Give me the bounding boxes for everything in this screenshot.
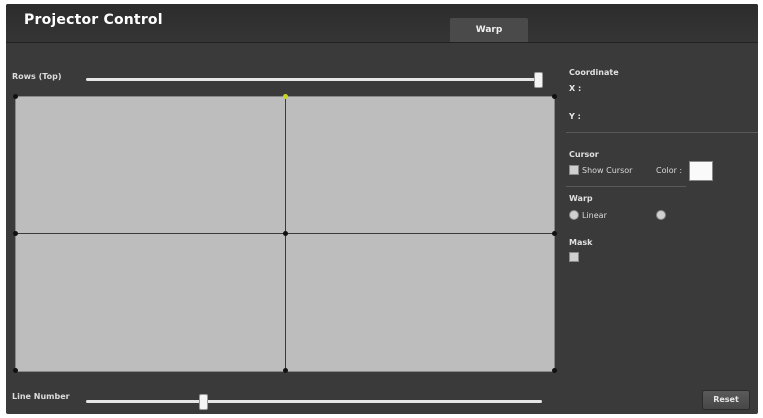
warp-handle-ml[interactable] (13, 231, 18, 236)
app-title: Projector Control (24, 12, 163, 28)
rows-slider-thumb[interactable] (534, 72, 543, 88)
divider (566, 186, 686, 187)
x-key: X : (569, 84, 582, 93)
reset-button[interactable]: Reset (702, 390, 750, 410)
cursor-color-label: Color : (656, 166, 683, 175)
line-slider-thumb[interactable] (199, 394, 208, 410)
linear-radio[interactable] (569, 210, 579, 220)
line-slider-track[interactable] (86, 400, 542, 403)
warp-handle-bl[interactable] (13, 368, 18, 373)
tab-warp[interactable]: Warp (450, 18, 528, 42)
warp-handle-tc-selected[interactable] (283, 94, 288, 99)
mask-title: Mask (569, 238, 593, 247)
divider (566, 132, 758, 133)
line-number-label: Line Number (12, 392, 70, 401)
projector-control-window: Projector Control Warp Rows (Top) Line N… (6, 4, 758, 414)
cursor-color-swatch[interactable] (689, 161, 713, 181)
tab-1[interactable] (382, 18, 446, 42)
warp-handle-mr[interactable] (552, 231, 557, 236)
warp-canvas[interactable] (13, 94, 557, 373)
tab-3[interactable] (532, 18, 606, 42)
title-bar: Projector Control Warp (6, 4, 758, 43)
y-key: Y : (569, 112, 581, 121)
cursor-title: Cursor (569, 150, 599, 159)
linear-label: Linear (582, 211, 607, 220)
show-cursor-checkbox[interactable] (569, 165, 579, 175)
show-cursor-label: Show Cursor (582, 166, 633, 175)
rows-slider-track[interactable] (86, 78, 542, 81)
warp-handle-bc[interactable] (283, 368, 288, 373)
warp-handle-tl[interactable] (13, 94, 18, 99)
tab-4[interactable] (610, 18, 684, 42)
warp-mode-title: Warp (569, 194, 593, 203)
mask-checkbox[interactable] (569, 252, 579, 262)
warp-handle-tr[interactable] (552, 94, 557, 99)
warp-handle-mc[interactable] (283, 231, 288, 236)
rows-label: Rows (Top) (12, 72, 62, 81)
bezier-radio[interactable] (656, 210, 666, 220)
coordinate-title: Coordinate (569, 68, 619, 77)
warp-handle-br[interactable] (552, 368, 557, 373)
